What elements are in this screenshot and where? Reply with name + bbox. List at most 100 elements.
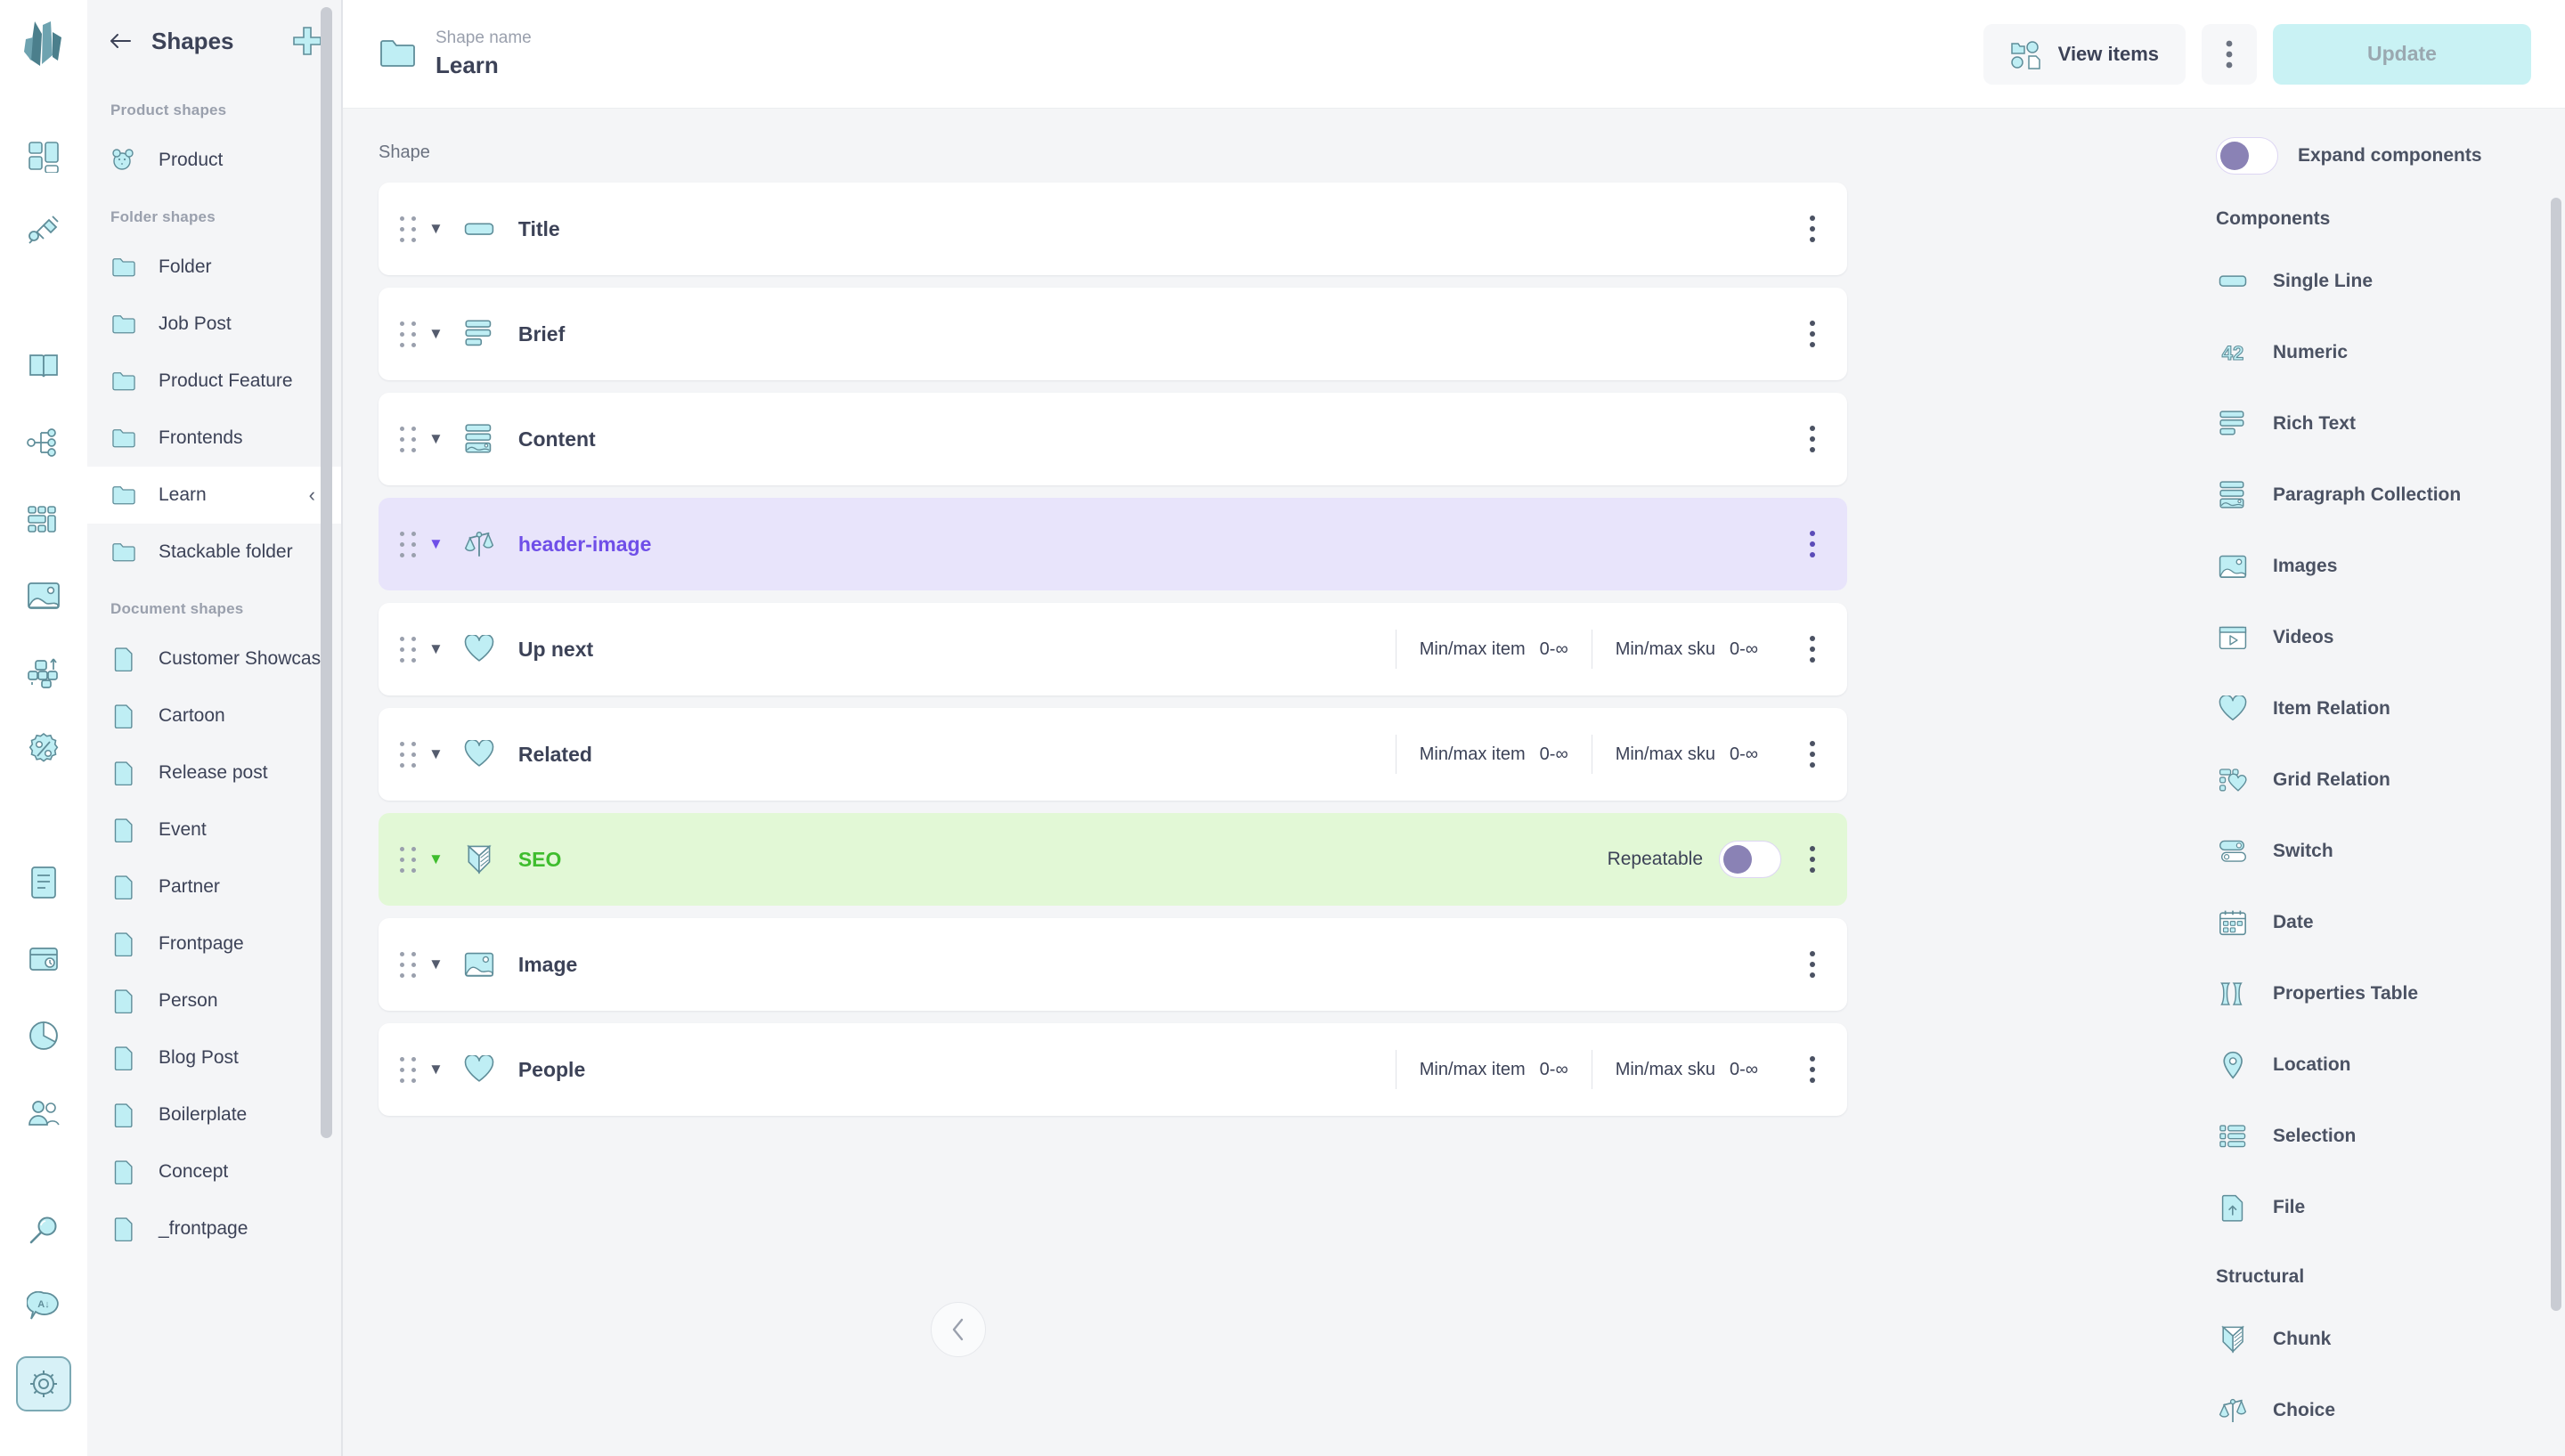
drag-handle[interactable] — [400, 532, 419, 557]
drag-handle[interactable] — [400, 427, 419, 452]
sidebar-item-media[interactable] — [16, 568, 71, 623]
chevron-down-icon[interactable]: ▼ — [428, 956, 444, 973]
shape-row-kebab-button[interactable] — [1797, 321, 1828, 347]
component-item[interactable]: Images — [2216, 531, 2565, 602]
drag-handle[interactable] — [400, 847, 419, 873]
plus-icon[interactable] — [292, 26, 322, 56]
component-item[interactable]: Videos — [2216, 602, 2565, 673]
chevron-down-icon[interactable]: ▼ — [428, 640, 444, 658]
component-item[interactable]: Date — [2216, 887, 2565, 958]
sidebar-item-catalogue[interactable] — [16, 128, 71, 183]
component-item[interactable]: Location — [2216, 1029, 2565, 1101]
expand-components-toggle[interactable] — [2216, 137, 2278, 175]
component-item[interactable]: Single Line — [2216, 246, 2565, 317]
sidebar-shape-item[interactable]: Frontpage — [87, 915, 342, 972]
component-item[interactable]: Paragraph Collection — [2216, 460, 2565, 531]
component-item[interactable]: Rich Text — [2216, 388, 2565, 460]
component-item[interactable]: File — [2216, 1172, 2565, 1243]
sidebar-shape-item[interactable]: Event — [87, 801, 342, 858]
shape-row[interactable]: ▼PeopleMin/max item0-∞Min/max sku0-∞ — [379, 1023, 1847, 1116]
drag-handle[interactable] — [400, 321, 419, 347]
component-item[interactable]: Item Relation — [2216, 673, 2565, 744]
chevron-down-icon[interactable]: ▼ — [428, 850, 444, 868]
chevron-down-icon[interactable]: ▼ — [428, 220, 444, 238]
shape-row[interactable]: ▼Image — [379, 918, 1847, 1011]
sidebar-scrollbar-thumb[interactable] — [321, 7, 332, 1138]
sidebar-shape-item[interactable]: Product — [87, 132, 342, 189]
shape-row-kebab-button[interactable] — [1797, 846, 1828, 873]
chevron-down-icon[interactable]: ▼ — [428, 745, 444, 763]
sidebar-item-discounts[interactable] — [16, 721, 71, 777]
sidebar-shape-item[interactable]: Boilerplate — [87, 1086, 342, 1143]
component-item[interactable]: Selection — [2216, 1101, 2565, 1172]
component-item[interactable]: Properties Table — [2216, 958, 2565, 1029]
component-item[interactable]: Switch — [2216, 816, 2565, 887]
component-item[interactable]: Grid Relation — [2216, 744, 2565, 816]
shape-row-kebab-button[interactable] — [1797, 741, 1828, 768]
sidebar-shape-item[interactable]: Frontends — [87, 410, 342, 467]
shape-row[interactable]: ▼Content — [379, 393, 1847, 485]
chevron-down-icon[interactable]: ▼ — [428, 1061, 444, 1078]
collapse-sidebar-button[interactable] — [931, 1302, 986, 1357]
sidebar-shape-label: Partner — [159, 876, 342, 898]
drag-handle[interactable] — [400, 637, 419, 663]
chevron-left-icon[interactable]: ‹ — [309, 484, 315, 507]
sidebar-shape-item[interactable]: Job Post — [87, 296, 342, 353]
sidebar-shape-item[interactable]: Learn‹ — [87, 467, 342, 524]
sidebar-shape-item[interactable]: Stackable folder — [87, 524, 342, 581]
shape-row-kebab-button[interactable] — [1797, 531, 1828, 557]
shape-row-kebab-button[interactable] — [1797, 1056, 1828, 1083]
view-items-button[interactable]: View items — [1983, 24, 2186, 85]
sidebar-shape-item[interactable]: Product Feature — [87, 353, 342, 410]
sidebar-item-integrations[interactable] — [16, 205, 71, 260]
sidebar-item-orders[interactable] — [16, 855, 71, 910]
drag-handle[interactable] — [400, 1057, 419, 1083]
sidebar-item-grid-layout[interactable] — [16, 492, 71, 547]
update-button[interactable]: Update — [2273, 24, 2531, 85]
sidebar-item-translations[interactable]: A↓ — [16, 1280, 71, 1335]
sidebar-shape-item[interactable]: Person — [87, 972, 342, 1029]
components-panel-scrollbar[interactable] — [2551, 198, 2561, 1311]
sidebar-item-subscriptions[interactable] — [16, 931, 71, 987]
shape-row[interactable]: ▼Brief — [379, 288, 1847, 380]
sidebar-item-customers[interactable] — [16, 1085, 71, 1140]
sidebar-item-settings[interactable] — [16, 1356, 71, 1411]
shape-row[interactable]: ▼Title — [379, 183, 1847, 275]
sidebar-shape-item[interactable]: Blog Post — [87, 1029, 342, 1086]
sidebar-shape-item[interactable]: Customer Showcase — [87, 630, 342, 687]
sidebar-item-flows[interactable] — [16, 645, 71, 700]
sidebar-shape-item[interactable]: _frontpage — [87, 1200, 342, 1257]
shape-row[interactable]: ▼header-image — [379, 498, 1847, 590]
crystallize-logo[interactable] — [19, 20, 69, 71]
shape-row[interactable]: ▼SEORepeatable — [379, 813, 1847, 906]
component-item[interactable]: 42Numeric — [2216, 317, 2565, 388]
sidebar-shape-item[interactable]: Cartoon — [87, 687, 342, 744]
topbar-kebab-button[interactable] — [2202, 24, 2257, 85]
chevron-down-icon[interactable]: ▼ — [428, 430, 444, 448]
drag-handle[interactable] — [400, 742, 419, 768]
shape-row-kebab-button[interactable] — [1797, 216, 1828, 242]
shape-row[interactable]: ▼RelatedMin/max item0-∞Min/max sku0-∞ — [379, 708, 1847, 801]
chevron-down-icon[interactable]: ▼ — [428, 535, 444, 553]
component-item[interactable]: Choice — [2216, 1375, 2565, 1446]
sidebar-item-hierarchy[interactable] — [16, 415, 71, 470]
sidebar-shape-item[interactable]: Release post — [87, 744, 342, 801]
sidebar-item-analytics[interactable] — [16, 1008, 71, 1063]
chevron-down-icon[interactable]: ▼ — [428, 325, 444, 343]
shape-row-kebab-button[interactable] — [1797, 426, 1828, 452]
component-item[interactable]: Chunk — [2216, 1304, 2565, 1375]
content-area: Shape ▼Title▼Brief▼Content▼header-image▼… — [343, 109, 2565, 1456]
arrow-left-icon[interactable] — [109, 32, 132, 50]
sidebar-shape-item[interactable]: Partner — [87, 858, 342, 915]
sidebar-item-documentation[interactable] — [16, 338, 71, 394]
shape-row-kebab-button[interactable] — [1797, 951, 1828, 978]
sidebar-item-search[interactable] — [16, 1203, 71, 1258]
drag-handle[interactable] — [400, 216, 419, 242]
shape-row-kebab-button[interactable] — [1797, 636, 1828, 663]
repeatable-toggle[interactable] — [1719, 841, 1781, 878]
sidebar-shape-item[interactable]: Concept — [87, 1143, 342, 1200]
shape-row[interactable]: ▼Up nextMin/max item0-∞Min/max sku0-∞ — [379, 603, 1847, 695]
shapes-list-scroll[interactable]: Product shapesProductFolder shapesFolder… — [87, 82, 342, 1456]
drag-handle[interactable] — [400, 952, 419, 978]
sidebar-shape-item[interactable]: Folder — [87, 239, 342, 296]
